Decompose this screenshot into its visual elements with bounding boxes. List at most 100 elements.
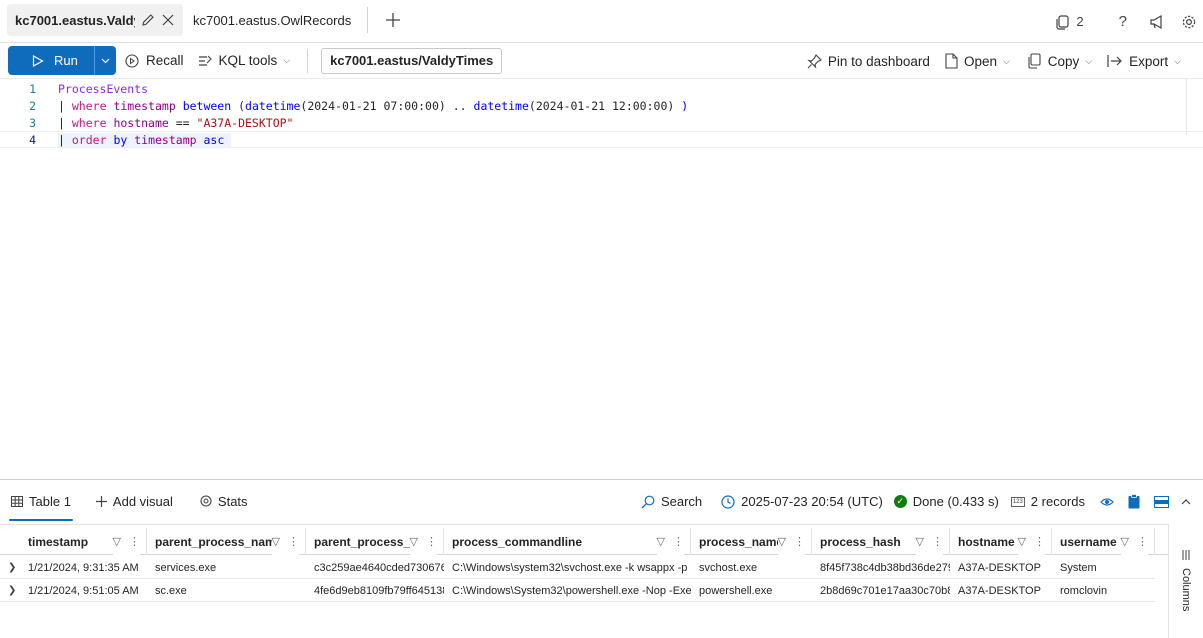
results-toolbar: Table 1 Add visual Stats Search 2025-07-…	[0, 479, 1203, 522]
query-editor[interactable]: 1 ProcessEvents 2 | where timestamp betw…	[0, 79, 1203, 479]
code-line-current: 4 | order by timestamp asc	[0, 131, 1203, 148]
filter-icon[interactable]: ▽	[916, 535, 924, 548]
column-header-parent-process-hash[interactable]: parent_process_... ▽ ⋮	[306, 528, 444, 555]
run-options-dropdown[interactable]	[94, 46, 116, 75]
line-number: 3	[29, 115, 36, 130]
more-vertical-icon[interactable]: ⋮	[932, 535, 943, 548]
run-button[interactable]: Run	[8, 46, 94, 75]
cell-process-hash: 8f45f738c4db38bd36de279	[820, 561, 950, 574]
cell-parent-process-name: services.exe	[155, 561, 217, 574]
add-tab-button[interactable]	[378, 4, 408, 36]
column-header-parent-process-name[interactable]: parent_process_name ▽ ⋮	[147, 528, 306, 555]
column-header-actions: ▽ ⋮	[915, 528, 943, 555]
cell-hostname: A37A-DESKTOP	[958, 561, 1041, 574]
records-icon: 123	[1010, 496, 1025, 507]
code-line: 2 | where timestamp between (datetime(20…	[0, 97, 1203, 114]
pin-label: Pin to dashboard	[827, 53, 930, 69]
column-header-label: parent_process_...	[314, 534, 421, 549]
add-visual-button[interactable]: Add visual	[95, 480, 173, 523]
eye-button[interactable]	[1100, 497, 1114, 507]
filter-icon[interactable]: ▽	[272, 535, 280, 548]
table-token: ProcessEvents	[58, 81, 149, 96]
play-icon	[32, 54, 44, 67]
kql-tools-button[interactable]: KQL tools ⌵	[197, 53, 291, 69]
chevron-down-icon: ⌵	[283, 55, 291, 65]
settings-button[interactable]	[1181, 14, 1197, 30]
column-header-process-commandline[interactable]: process_commandline ▽ ⋮	[444, 528, 691, 555]
kql-tools-label: KQL tools	[218, 53, 278, 68]
filter-icon[interactable]: ▽	[1018, 535, 1026, 548]
pin-icon	[807, 53, 822, 69]
pipe-token: |	[58, 132, 65, 147]
more-vertical-icon[interactable]: ⋮	[673, 535, 684, 548]
sessions-button[interactable]: 2	[1054, 14, 1084, 30]
toolbar-right-actions: Pin to dashboard Open ⌵ Copy ⌵ Export ⌵	[807, 43, 1203, 79]
tools-icon	[198, 55, 212, 66]
column-header-process-hash[interactable]: process_hash ▽ ⋮	[812, 528, 950, 555]
pin-to-dashboard-button[interactable]: Pin to dashboard	[807, 54, 930, 69]
line-number: 4	[29, 132, 36, 147]
filter-icon[interactable]: ▽	[778, 535, 786, 548]
filter-icon[interactable]: ▽	[1121, 535, 1129, 548]
layout-toggle-button[interactable]	[1154, 495, 1169, 508]
column-header-actions: ▽ ⋮	[656, 528, 684, 555]
tab-owlrecords[interactable]: kc7001.eastus.OwlRecords	[185, 4, 359, 36]
open-button[interactable]: Open ⌵	[945, 53, 1010, 69]
columns-panel-toggle[interactable]: Columns	[1168, 524, 1203, 638]
layout-icon	[1154, 495, 1169, 508]
stats-button[interactable]: Stats	[200, 480, 248, 523]
tab-valdytimes[interactable]: kc7001.eastus.Valdy…	[7, 4, 183, 36]
pencil-icon[interactable]	[141, 12, 155, 28]
code-line: 3 | where hostname == "A37A-DESKTOP"	[0, 114, 1203, 131]
export-button[interactable]: Export ⌵	[1107, 54, 1181, 69]
column-header-process-name[interactable]: process_name ▽ ⋮	[691, 528, 812, 555]
more-vertical-icon[interactable]: ⋮	[794, 535, 805, 548]
query-tab-strip: kc7001.eastus.Valdy… kc7001.eastus.OwlRe…	[0, 0, 1203, 43]
operator-token: (	[231, 98, 246, 113]
code-text: ProcessEvents	[58, 82, 148, 96]
more-vertical-icon[interactable]: ⋮	[1137, 535, 1148, 548]
records-info: 123 2 records	[1010, 494, 1085, 509]
copy-button[interactable]: Copy ⌵	[1028, 53, 1092, 69]
more-vertical-icon[interactable]: ⋮	[288, 535, 299, 548]
chevron-right-icon[interactable]: ❯	[8, 579, 16, 602]
chevron-down-icon: ⌵	[1002, 55, 1010, 66]
filter-icon[interactable]: ▽	[410, 535, 418, 548]
more-vertical-icon[interactable]: ⋮	[129, 535, 140, 548]
function-token: datetime	[473, 98, 529, 113]
recall-button[interactable]: Recall	[124, 53, 184, 69]
plus-icon	[386, 13, 401, 27]
database-selector[interactable]: kc7001.eastus/ValdyTimes	[321, 47, 503, 74]
open-label: Open	[963, 53, 997, 69]
filter-icon[interactable]: ▽	[657, 535, 665, 548]
document-icon	[945, 53, 958, 69]
column-header-username[interactable]: username ▽ ⋮	[1052, 528, 1155, 555]
feedback-button[interactable]	[1149, 14, 1165, 30]
query-toolbar: Run Recall KQL tools ⌵ kc7001.eastus/Val…	[0, 43, 1203, 79]
cell-parent-process-name: sc.exe	[155, 584, 187, 597]
cell-process-hash: 2b8d69c701e17aa30c70b8f	[820, 584, 950, 597]
column-header-timestamp[interactable]: timestamp ▽ ⋮	[20, 528, 147, 555]
status-text: Done (0.433 s)	[912, 494, 999, 509]
chevron-right-icon[interactable]: ❯	[8, 556, 16, 579]
keyword-token: where	[71, 98, 107, 113]
tab-table-1[interactable]: Table 1	[9, 480, 73, 523]
more-vertical-icon[interactable]: ⋮	[426, 535, 437, 548]
results-search-button[interactable]: Search	[641, 494, 702, 509]
clipboard-button[interactable]	[1128, 494, 1140, 509]
filter-icon[interactable]: ▽	[113, 535, 121, 548]
copy-label: Copy	[1047, 53, 1080, 69]
more-vertical-icon[interactable]: ⋮	[1034, 535, 1045, 548]
string-token: "A37A-DESKTOP"	[196, 115, 294, 130]
column-header-hostname[interactable]: hostname ▽ ⋮	[950, 528, 1052, 555]
help-button[interactable]: ?	[1119, 13, 1127, 30]
close-icon[interactable]	[161, 12, 175, 28]
copy-icon	[1028, 53, 1041, 69]
table-row[interactable]: ❯ 1/21/2024, 9:51:05 AM sc.exe 4fe6d9eb8…	[0, 579, 1155, 602]
table-row[interactable]: ❯ 1/21/2024, 9:31:35 AM services.exe c3c…	[0, 556, 1155, 579]
pipe-token: |	[58, 115, 65, 130]
add-visual-label: Add visual	[112, 493, 173, 509]
records-text: 2 records	[1030, 494, 1085, 509]
chevron-up-icon	[1181, 499, 1191, 505]
collapse-results-button[interactable]	[1181, 498, 1191, 505]
